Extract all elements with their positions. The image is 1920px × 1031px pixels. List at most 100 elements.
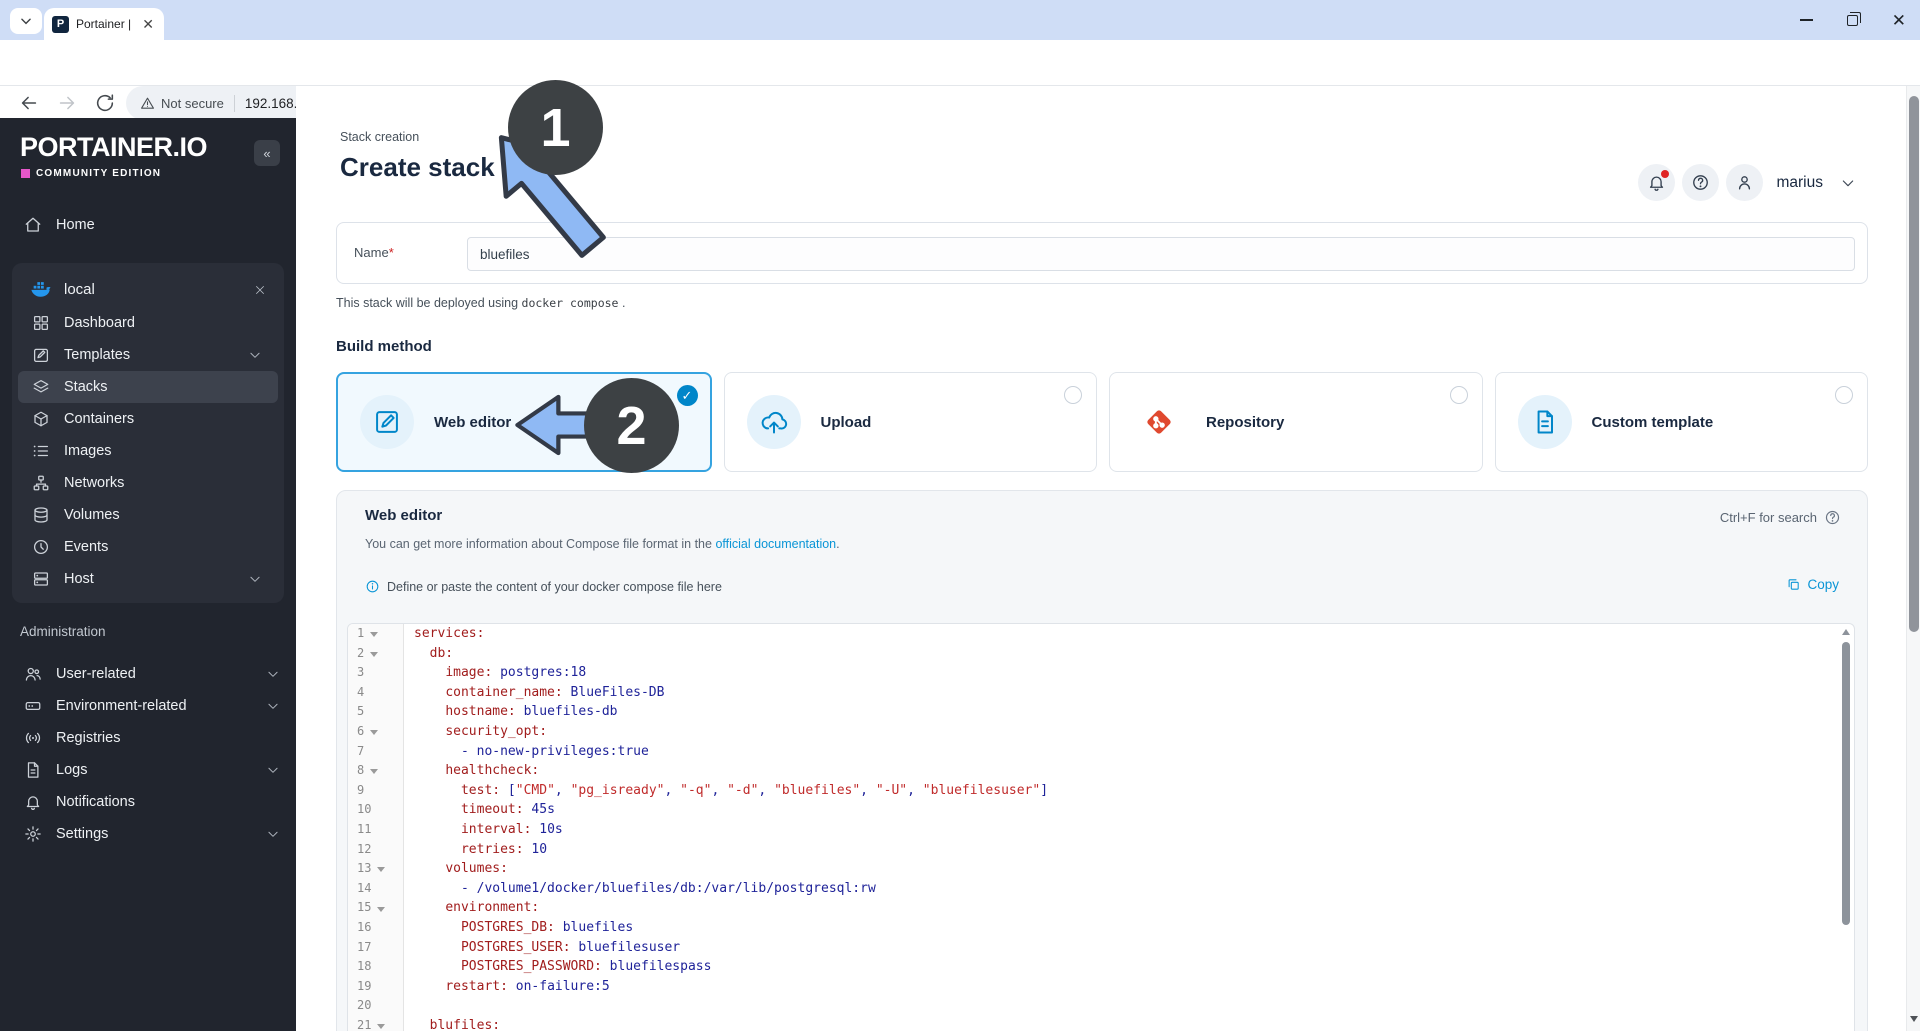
page-scrollbar-thumb[interactable] (1909, 96, 1919, 632)
fold-caret-icon[interactable] (370, 632, 378, 637)
code-line[interactable]: 3 image: postgres:18 (348, 663, 1854, 683)
forward-icon[interactable] (56, 92, 78, 114)
sidebar-item-templates[interactable]: Templates (18, 339, 278, 371)
line-number: 21 (357, 1016, 371, 1031)
close-icon[interactable]: ✕ (1892, 12, 1906, 29)
code-line[interactable]: 4 container_name: BlueFiles-DB (348, 683, 1854, 703)
fold-caret-icon[interactable] (377, 1024, 385, 1029)
back-icon[interactable] (18, 92, 40, 114)
line-number: 7 (357, 742, 364, 762)
code-line[interactable]: 14 - /volume1/docker/bluefiles/db:/var/l… (348, 879, 1854, 899)
code-line[interactable]: 11 interval: 10s (348, 820, 1854, 840)
sidebar-item-dashboard[interactable]: Dashboard (18, 307, 278, 339)
breadcrumb[interactable]: Stack creation (340, 130, 419, 144)
tab-search-button[interactable] (10, 8, 42, 34)
networks-icon (32, 474, 50, 492)
name-label: Name* (354, 245, 394, 260)
fold-caret-icon[interactable] (370, 652, 378, 657)
sidebar-item-volumes[interactable]: Volumes (18, 499, 278, 531)
question-icon[interactable] (1824, 509, 1841, 526)
sidebar-item-host[interactable]: Host (18, 563, 278, 595)
code-line[interactable]: 9 test: ["CMD", "pg_isready", "-q", "-d"… (348, 781, 1854, 801)
code-line[interactable]: 21 blufiles: (348, 1016, 1854, 1031)
close-environment-icon[interactable] (254, 283, 266, 295)
code-line[interactable]: 10 timeout: 45s (348, 800, 1854, 820)
browser-window: P Portainer | ✕ ✕ Not secure 192.168.1.1… (0, 0, 1920, 1031)
sidebar-item-user-related[interactable]: User-related (0, 658, 296, 690)
minimize-icon[interactable] (1800, 19, 1813, 21)
fold-caret-icon[interactable] (370, 769, 378, 774)
code-line[interactable]: 6 security_opt: (348, 722, 1854, 742)
fold-caret-icon[interactable] (377, 907, 385, 912)
sidebar-item-containers[interactable]: Containers (18, 403, 278, 435)
code-text: - no-new-privileges:true (404, 742, 649, 762)
code-line[interactable]: 2 db: (348, 644, 1854, 664)
notifications-button[interactable] (1638, 164, 1675, 201)
line-number: 15 (357, 898, 371, 918)
chevron-down-icon[interactable] (1840, 175, 1856, 191)
build-method-custom-template[interactable]: Custom template (1495, 372, 1869, 472)
settings-icon (24, 825, 42, 843)
sidebar-item-home[interactable]: Home (0, 209, 296, 241)
sidebar-item-events[interactable]: Events (18, 531, 278, 563)
chevron-down-icon (248, 348, 262, 362)
code-line[interactable]: 15 environment: (348, 898, 1854, 918)
code-line[interactable]: 17 POSTGRES_USER: bluefilesuser (348, 938, 1854, 958)
editor-scrollbar-thumb[interactable] (1842, 642, 1850, 925)
code-line[interactable]: 19 restart: on-failure:5 (348, 977, 1854, 997)
restore-icon[interactable] (1847, 15, 1858, 26)
sidebar-item-images[interactable]: Images (18, 435, 278, 467)
sidebar-item-networks[interactable]: Networks (18, 467, 278, 499)
scroll-down-icon[interactable] (1910, 1016, 1918, 1022)
code-line[interactable]: 16 POSTGRES_DB: bluefiles (348, 918, 1854, 938)
fold-caret-icon[interactable] (377, 867, 385, 872)
environment-header[interactable]: local (18, 271, 278, 307)
code-line[interactable]: 7 - no-new-privileges:true (348, 742, 1854, 762)
code-line[interactable]: 5 hostname: bluefiles-db (348, 702, 1854, 722)
code-text: retries: 10 (404, 840, 547, 860)
code-line[interactable]: 1services: (348, 624, 1854, 644)
tab-title: Portainer | (76, 17, 133, 31)
official-documentation-link[interactable]: official documentation (715, 537, 836, 551)
not-secure-badge[interactable]: Not secure (140, 96, 224, 111)
build-method-repository[interactable]: Repository (1109, 372, 1483, 472)
user-menu-button[interactable] (1726, 164, 1763, 201)
code-line[interactable]: 8 healthcheck: (348, 761, 1854, 781)
radio-button[interactable] (1835, 386, 1853, 404)
git-icon (1132, 395, 1186, 449)
sidebar-item-environment-related[interactable]: Environment-related (0, 690, 296, 722)
sidebar-item-settings[interactable]: Settings (0, 818, 296, 850)
fold-caret-icon[interactable] (370, 730, 378, 735)
code-text: - /volume1/docker/bluefiles/db:/var/lib/… (404, 879, 876, 899)
code-line[interactable]: 18 POSTGRES_PASSWORD: bluefilespass (348, 957, 1854, 977)
line-number: 20 (357, 996, 371, 1016)
tab-close-icon[interactable]: ✕ (140, 16, 156, 33)
sidebar-item-stacks[interactable]: Stacks (18, 371, 278, 403)
sidebar-item-logs[interactable]: Logs (0, 754, 296, 786)
radio-button[interactable] (1450, 386, 1468, 404)
sidebar-item-label: Home (56, 217, 95, 233)
help-button[interactable] (1682, 164, 1719, 201)
sidebar-item-registries[interactable]: Registries (0, 722, 296, 754)
code-line[interactable]: 13 volumes: (348, 859, 1854, 879)
reload-icon[interactable] (94, 92, 116, 114)
editor-scrollbar[interactable] (1840, 626, 1852, 1031)
code-editor[interactable]: 1services:2 db:3 image: postgres:184 con… (347, 623, 1855, 1031)
docker-whale-icon (30, 278, 52, 300)
sidebar-item-notifications[interactable]: Notifications (0, 786, 296, 818)
sidebar-item-label: Images (64, 443, 112, 459)
scroll-up-icon[interactable] (1842, 629, 1850, 635)
line-number: 2 (357, 644, 364, 664)
code-line[interactable]: 20 (348, 996, 1854, 1016)
radio-button[interactable] (1064, 386, 1082, 404)
sidebar-collapse-button[interactable]: « (254, 140, 280, 166)
code-line[interactable]: 12 retries: 10 (348, 840, 1854, 860)
line-number: 6 (357, 722, 364, 742)
stacks-icon (32, 378, 50, 396)
copy-button[interactable]: Copy (1786, 577, 1839, 592)
stack-name-input[interactable] (467, 237, 1855, 271)
build-method-upload[interactable]: Upload (724, 372, 1098, 472)
browser-tab[interactable]: P Portainer | ✕ (44, 8, 164, 40)
code-text: image: postgres:18 (404, 663, 586, 683)
page-scrollbar[interactable] (1906, 86, 1920, 1031)
